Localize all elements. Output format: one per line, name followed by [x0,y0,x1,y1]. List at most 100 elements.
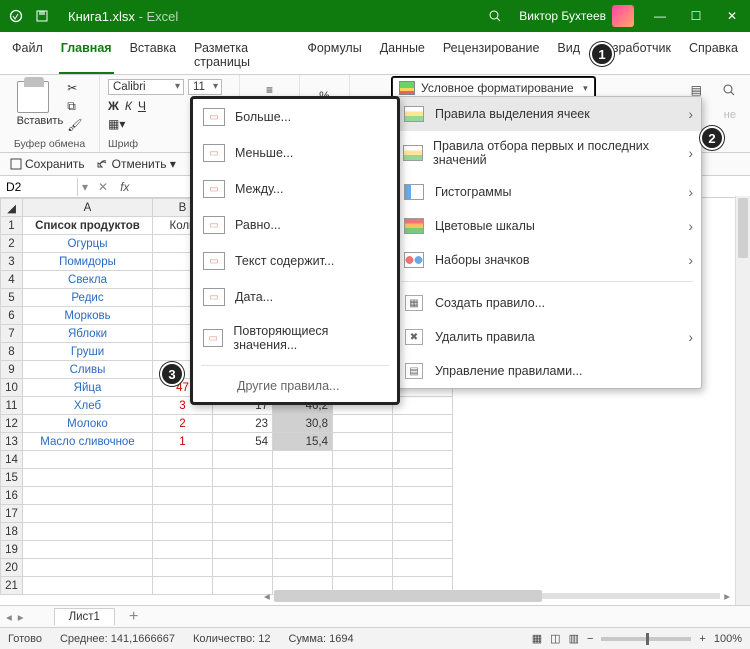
search-icon[interactable] [487,8,503,24]
zoom-out[interactable]: − [587,633,593,645]
ribbon-tab-5[interactable]: Данные [378,38,427,74]
cf-menu-item[interactable]: ✖Удалить правила [393,320,701,354]
cell-C13[interactable]: 54 [213,433,273,451]
row-header-3[interactable]: 3 [1,253,23,271]
highlight-rule-item[interactable]: Повторяющиеся значения... [193,315,397,361]
cell-A11[interactable]: Хлеб [23,397,153,415]
row-header-8[interactable]: 8 [1,343,23,361]
row-header-4[interactable]: 4 [1,271,23,289]
ribbon-tab-6[interactable]: Рецензирование [441,38,542,74]
cell-C12[interactable]: 23 [213,415,273,433]
cell-A5[interactable]: Редис [23,289,153,307]
row-header-12[interactable]: 12 [1,415,23,433]
select-all[interactable]: ◢ [1,199,23,217]
row-header-19[interactable]: 19 [1,541,23,559]
row-header-15[interactable]: 15 [1,469,23,487]
ribbon-tab-3[interactable]: Разметка страницы [192,38,291,74]
row-header-6[interactable]: 6 [1,307,23,325]
cell-A9[interactable]: Сливы [23,361,153,379]
cell-A13[interactable]: Масло сливочное [23,433,153,451]
undo-command[interactable]: Отменить ▾ [97,157,176,171]
ribbon-tab-0[interactable]: Файл [10,38,45,74]
row-header-20[interactable]: 20 [1,559,23,577]
border-button[interactable]: ▦▾ [108,117,125,131]
row-header-10[interactable]: 10 [1,379,23,397]
find-icon[interactable] [722,83,736,100]
cf-menu-item[interactable]: Правила отбора первых и последних значен… [393,131,701,175]
cell-A12[interactable]: Молоко [23,415,153,433]
ribbon-tab-1[interactable]: Главная [59,38,114,74]
row-header-5[interactable]: 5 [1,289,23,307]
vertical-scrollbar[interactable] [735,196,750,605]
italic-button[interactable]: К [125,99,132,113]
bold-button[interactable]: Ж [108,99,119,113]
close-button[interactable]: ✕ [722,9,742,23]
zoom-in[interactable]: + [699,633,705,645]
underline-button[interactable]: Ч [138,99,146,113]
minimize-button[interactable]: — [650,9,670,23]
cell-A4[interactable]: Свекла [23,271,153,289]
cut-icon[interactable]: ✂ [67,81,82,95]
cell-A10[interactable]: Яйца [23,379,153,397]
highlight-rule-item[interactable]: Текст содержит... [193,243,397,279]
row-header-7[interactable]: 7 [1,325,23,343]
cell-B12[interactable]: 2 [153,415,213,433]
sheet-tab[interactable]: Лист1 [54,608,115,625]
save-command[interactable]: Сохранить [10,157,85,171]
sheet-nav-prev[interactable]: ◂ [0,610,18,624]
paste-icon[interactable] [17,81,49,113]
zoom-slider[interactable] [601,637,691,641]
cell-D13[interactable]: 15,4 [273,433,333,451]
highlight-rule-item[interactable]: Больше... [193,99,397,135]
copy-icon[interactable]: ⧉ [67,99,82,114]
horizontal-scrollbar[interactable]: ◂ ▸ [260,589,734,603]
user-account[interactable]: Виктор Бухтеев [519,5,634,27]
highlight-rule-item[interactable]: Меньше... [193,135,397,171]
cell-A2[interactable]: Огурцы [23,235,153,253]
add-sheet-button[interactable]: + [115,608,152,626]
font-size-combo[interactable]: 11 [188,79,222,95]
sheet-nav-next[interactable]: ▸ [18,610,24,624]
cf-menu-item[interactable]: ▤Управление правилами... [393,354,701,388]
cell-A7[interactable]: Яблоки [23,325,153,343]
cell-A3[interactable]: Помидоры [23,253,153,271]
highlight-rule-item[interactable]: Равно... [193,207,397,243]
row-header-1[interactable]: 1 [1,217,23,235]
cell-D12[interactable]: 30,8 [273,415,333,433]
row-header-2[interactable]: 2 [1,235,23,253]
highlight-rule-item[interactable]: Дата... [193,279,397,315]
row-header-17[interactable]: 17 [1,505,23,523]
view-page-icon[interactable]: ◫ [550,632,560,645]
row-header-13[interactable]: 13 [1,433,23,451]
autosave-icon[interactable] [8,8,24,24]
maximize-button[interactable]: ☐ [686,9,706,23]
format-painter-icon[interactable]: 🖌 [67,118,82,132]
zoom-level[interactable]: 100% [714,633,742,645]
cell-A8[interactable]: Груши [23,343,153,361]
row-header-21[interactable]: 21 [1,577,23,595]
highlight-other-rules[interactable]: Другие правила... [193,370,397,402]
view-break-icon[interactable]: ▥ [569,632,579,645]
row-header-18[interactable]: 18 [1,523,23,541]
ribbon-tab-9[interactable]: Справка [687,38,740,74]
cancel-formula-icon[interactable]: ✕ [92,180,114,194]
cf-menu-item[interactable]: Цветовые шкалы [393,209,701,243]
font-name-combo[interactable]: Calibri [108,79,184,95]
row-header-14[interactable]: 14 [1,451,23,469]
cf-menu-item[interactable]: Правила выделения ячеек [393,97,701,131]
highlight-rule-item[interactable]: Между... [193,171,397,207]
cf-menu-item[interactable]: Наборы значков [393,243,701,277]
cell-B13[interactable]: 1 [153,433,213,451]
row-header-9[interactable]: 9 [1,361,23,379]
cell-A6[interactable]: Морковь [23,307,153,325]
ribbon-tab-4[interactable]: Формулы [305,38,363,74]
row-header-11[interactable]: 11 [1,397,23,415]
ribbon-tab-7[interactable]: Вид [555,38,582,74]
row-header-16[interactable]: 16 [1,487,23,505]
cf-menu-item[interactable]: ▦Создать правило... [393,286,701,320]
col-header-A[interactable]: A [23,199,153,217]
ribbon-tab-2[interactable]: Вставка [128,38,178,74]
name-box[interactable] [0,178,78,196]
view-normal-icon[interactable]: ▦ [532,632,542,645]
fx-icon[interactable]: fx [114,180,135,194]
